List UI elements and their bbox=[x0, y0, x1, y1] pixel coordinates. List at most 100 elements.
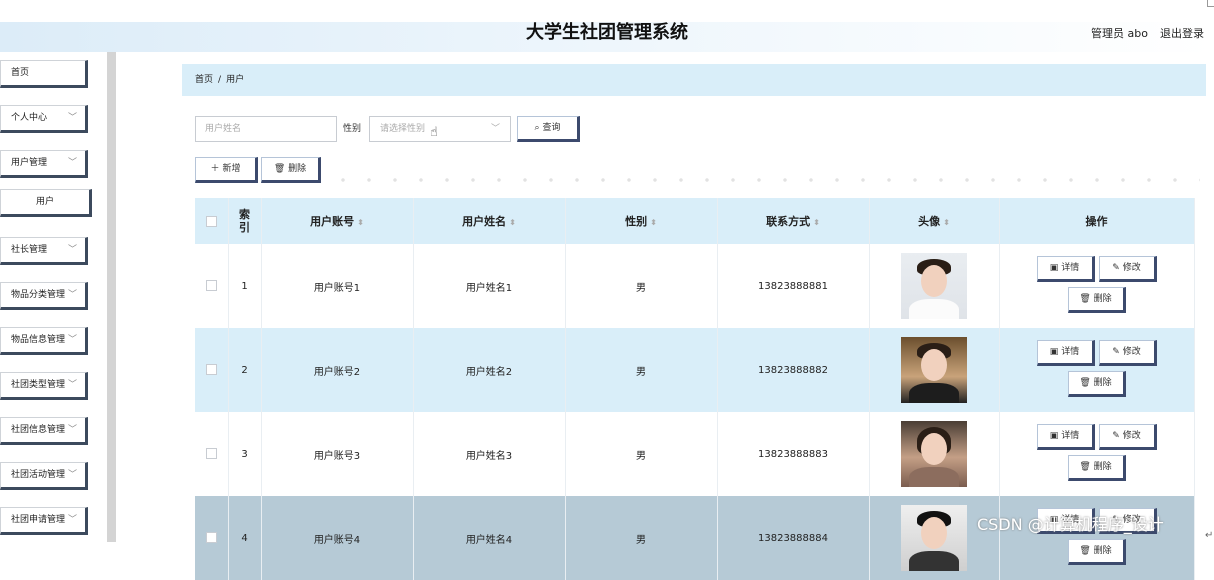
cell-phone: 13823888882 bbox=[717, 328, 870, 412]
sort-icon[interactable]: ⬍ bbox=[650, 218, 657, 227]
chevron-down-icon: ﹀ bbox=[67, 380, 77, 390]
delete-row-button[interactable]: 🗑 删除 bbox=[1067, 539, 1126, 565]
sidebar-item-label: 物品信息管理 bbox=[11, 335, 66, 345]
avatar[interactable] bbox=[901, 337, 967, 403]
edit-button[interactable]: ✎ 修改 bbox=[1098, 256, 1157, 282]
delete-row-button[interactable]: 🗑 删除 bbox=[1067, 455, 1126, 481]
cell-avatar bbox=[869, 496, 1000, 580]
chevron-down-icon: ﹀ bbox=[67, 470, 77, 480]
batch-delete-button[interactable]: 🗑 删除 bbox=[261, 157, 321, 183]
chevron-down-icon: ﹀ bbox=[490, 124, 500, 134]
detail-button[interactable]: ▣ 详情 bbox=[1036, 256, 1095, 282]
sort-icon[interactable]: ⬍ bbox=[509, 218, 516, 227]
watermark-text: CSDN @计算机程序_设计 bbox=[977, 515, 1164, 534]
chevron-down-icon: ﹀ bbox=[67, 158, 77, 168]
top-strip bbox=[0, 0, 1214, 22]
delete-row-button[interactable]: 🗑 删除 bbox=[1067, 371, 1126, 397]
sidebar-item-personal-center[interactable]: 个人中心 ﹀ bbox=[0, 105, 88, 133]
select-placeholder: 请选择性别 bbox=[380, 124, 426, 134]
select-all-checkbox[interactable] bbox=[205, 216, 217, 227]
header-avatar[interactable]: 头像 ⬍ bbox=[869, 198, 1000, 244]
sidebar-subitem-user[interactable]: 用户 bbox=[0, 189, 92, 217]
cell-name: 用户姓名3 bbox=[413, 412, 566, 496]
add-button[interactable]: ＋ 新增 bbox=[195, 157, 258, 183]
cell-name: 用户姓名1 bbox=[413, 244, 566, 328]
delete-row-button-label: 删除 bbox=[1093, 462, 1112, 472]
avatar-face bbox=[921, 349, 947, 381]
sidebar-item-club-type-management[interactable]: 社团类型管理 ﹀ bbox=[0, 372, 88, 400]
document-icon: ▣ bbox=[1049, 263, 1059, 273]
breadcrumb: 首页 / 用户 bbox=[182, 64, 1206, 96]
header-phone-label: 联系方式 bbox=[766, 215, 811, 228]
avatar[interactable] bbox=[901, 505, 967, 571]
avatar[interactable] bbox=[901, 421, 967, 487]
window-corner-mark bbox=[1207, 0, 1214, 7]
edit-button-label: 修改 bbox=[1122, 431, 1141, 441]
edit-button[interactable]: ✎ 修改 bbox=[1098, 340, 1157, 366]
chevron-down-icon: ﹀ bbox=[67, 113, 77, 123]
sidebar-item-label: 个人中心 bbox=[11, 113, 48, 123]
trash-icon: 🗑 bbox=[1079, 546, 1091, 556]
user-name-search-input[interactable]: 用户姓名 bbox=[195, 116, 337, 142]
logout-link[interactable]: 退出登录 bbox=[1160, 25, 1204, 41]
current-user: 管理员 abo bbox=[1091, 27, 1148, 40]
avatar[interactable] bbox=[901, 253, 967, 319]
header-phone[interactable]: 联系方式 ⬍ bbox=[717, 198, 870, 244]
header-gender-label: 性别 bbox=[625, 215, 648, 228]
delete-row-button[interactable]: 🗑 删除 bbox=[1067, 287, 1126, 313]
avatar-face bbox=[921, 433, 947, 465]
avatar-face bbox=[921, 517, 947, 549]
header-ops: 操作 bbox=[999, 198, 1195, 244]
detail-button[interactable]: ▣ 详情 bbox=[1036, 424, 1095, 450]
row-checkbox[interactable] bbox=[205, 280, 217, 292]
sidebar: 首页 个人中心 ﹀ 用户管理 ﹀ 用户 社长管理 ﹀ 物品分类管理 ﹀ 物品信息管理 ﹀ … bbox=[0, 52, 107, 542]
cell-index: 2 bbox=[228, 328, 262, 412]
cell-index: 3 bbox=[228, 412, 262, 496]
sidebar-item-label: 用户 bbox=[35, 197, 54, 207]
sidebar-item-club-info-management[interactable]: 社团信息管理 ﹀ bbox=[0, 417, 88, 445]
sidebar-item-home[interactable]: 首页 bbox=[0, 60, 88, 88]
decorative-dots bbox=[330, 177, 1200, 183]
sort-icon[interactable]: ⬍ bbox=[357, 218, 364, 227]
row-select-cell bbox=[195, 244, 229, 328]
sidebar-divider bbox=[107, 52, 116, 542]
header-account[interactable]: 用户账号 ⬍ bbox=[261, 198, 414, 244]
header-name[interactable]: 用户姓名 ⬍ bbox=[413, 198, 566, 244]
detail-button[interactable]: ▣ 详情 bbox=[1036, 340, 1095, 366]
breadcrumb-current: 用户 bbox=[226, 75, 245, 85]
cell-gender: 男 bbox=[565, 244, 718, 328]
row-actions: ▣ 详情 ✎ 修改 🗑 删除 bbox=[1036, 340, 1157, 400]
header-avatar-label: 头像 bbox=[918, 215, 941, 228]
sidebar-item-club-activity-management[interactable]: 社团活动管理 ﹀ bbox=[0, 462, 88, 490]
cell-ops: ▣ 详情 ✎ 修改 🗑 删除 bbox=[999, 244, 1195, 328]
delete-button-label: 删除 bbox=[288, 164, 307, 174]
cell-gender: 男 bbox=[565, 496, 718, 580]
gender-select[interactable]: 请选择性别 ☝ ﹀ bbox=[369, 116, 511, 142]
header-ops-label: 操作 bbox=[1085, 215, 1108, 228]
pencil-icon: ✎ bbox=[1112, 263, 1120, 273]
row-select-cell bbox=[195, 328, 229, 412]
sidebar-item-club-application-management[interactable]: 社团申请管理 ﹀ bbox=[0, 507, 88, 535]
header-account-label: 用户账号 bbox=[310, 215, 355, 228]
detail-button-label: 详情 bbox=[1061, 431, 1080, 441]
cell-name: 用户姓名2 bbox=[413, 328, 566, 412]
row-checkbox[interactable] bbox=[205, 364, 217, 376]
edit-button[interactable]: ✎ 修改 bbox=[1098, 424, 1157, 450]
search-button[interactable]: ⌕ 查询 bbox=[517, 116, 580, 142]
trash-icon: 🗑 bbox=[1079, 378, 1091, 388]
sidebar-item-user-management[interactable]: 用户管理 ﹀ bbox=[0, 150, 88, 178]
search-icon: ⌕ bbox=[534, 123, 540, 133]
row-checkbox[interactable] bbox=[205, 448, 217, 460]
header-gender[interactable]: 性别 ⬍ bbox=[565, 198, 718, 244]
sidebar-item-item-category-management[interactable]: 物品分类管理 ﹀ bbox=[0, 282, 88, 310]
app-title: 大学生社团管理系统 bbox=[526, 22, 688, 43]
table-header-row: 索引 用户账号 ⬍ 用户姓名 ⬍ 性别 ⬍ 联系方式 ⬍ 头像 ⬍ 操作 bbox=[195, 198, 1195, 244]
sort-icon[interactable]: ⬍ bbox=[813, 218, 820, 227]
breadcrumb-separator: / bbox=[218, 75, 222, 85]
sort-icon[interactable]: ⬍ bbox=[943, 218, 950, 227]
breadcrumb-home[interactable]: 首页 bbox=[195, 75, 213, 85]
sidebar-item-item-info-management[interactable]: 物品信息管理 ﹀ bbox=[0, 327, 88, 355]
select-all-cell bbox=[195, 198, 229, 244]
sidebar-item-label: 社团活动管理 bbox=[11, 470, 66, 480]
sidebar-item-president-management[interactable]: 社长管理 ﹀ bbox=[0, 237, 88, 265]
